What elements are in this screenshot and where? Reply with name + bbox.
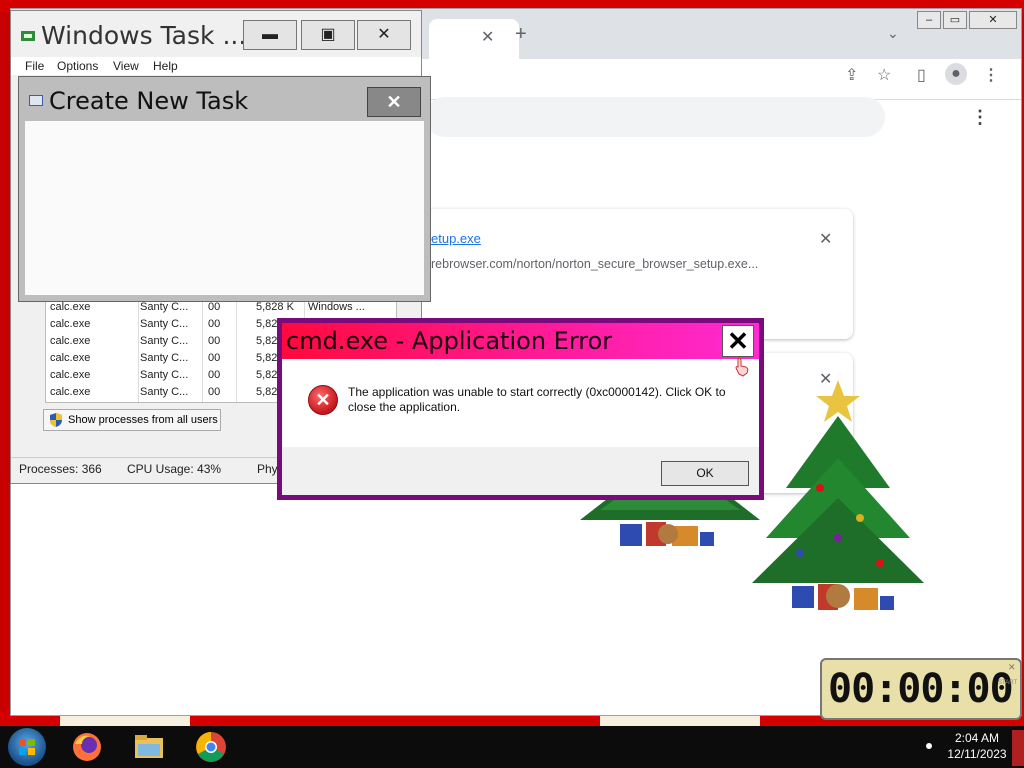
timer-close-icon[interactable]: ✕ [1008,662,1016,673]
taskbar: 2:04 AM 12/11/2023 [0,726,1024,768]
downloads-more-icon[interactable]: ⋮ [971,107,989,128]
process-name: calc.exe [50,386,91,398]
tab-search-chevron-icon[interactable]: ⌄ [887,25,899,42]
timer-start-button[interactable]: START [998,680,1017,686]
process-user: Santy C... [140,335,189,347]
process-user: Santy C... [140,386,189,398]
process-user: Santy C... [140,318,189,330]
error-dialog-close-button[interactable]: ✕ [722,325,754,357]
download-url: rebrowser.com/norton/norton_secure_brows… [431,257,759,271]
bookmark-star-icon[interactable]: ☆ [877,65,891,85]
process-cpu: 00 [208,369,221,381]
file-explorer-icon[interactable] [132,730,166,764]
clock-time: 2:04 AM [954,731,1000,745]
application-error-dialog: cmd.exe - Application Error ✕ ✕ The appl… [277,318,764,500]
process-cpu: 00 [208,386,221,398]
menu-view[interactable]: View [113,59,139,73]
start-button[interactable] [8,728,46,766]
uac-shield-icon [50,413,62,427]
show-all-processes-label: Show processes from all users [68,414,218,426]
process-memory: 5,82 [256,369,278,381]
process-memory: 5,82 [256,386,278,398]
menu-file[interactable]: File [25,59,44,73]
clock-date: 12/11/2023 [947,747,1007,761]
download-file-link[interactable]: etup.exe [431,231,481,246]
countdown-timer-widget: 00:00:00 START ✕ [820,658,1022,720]
download-remove-icon[interactable]: ✕ [819,229,832,249]
status-physical-memory: Phy [257,462,278,476]
process-user: Santy C... [140,352,189,364]
error-dialog-title: cmd.exe - Application Error [286,327,613,355]
task-manager-title: Windows Task ... [41,21,247,50]
new-tab-icon[interactable]: + [515,23,527,46]
create-new-task-dialog: Create New Task ✕ [18,76,431,302]
chrome-maximize-button[interactable]: ▭ [943,11,967,29]
create-new-task-title: Create New Task [49,87,249,115]
chrome-icon[interactable] [194,730,228,764]
process-memory: 5,828 K [256,301,294,313]
process-description: Windows ... [308,301,365,313]
windows-logo-icon [19,739,35,755]
side-panel-icon[interactable]: ▯ [917,65,926,85]
menu-help[interactable]: Help [153,59,178,73]
process-cpu: 00 [208,352,221,364]
downloads-search-bar[interactable] [425,97,885,137]
process-name: calc.exe [50,335,91,347]
tab-close-icon[interactable]: ✕ [481,27,494,47]
process-memory: 5,82 [256,318,278,330]
error-icon: ✕ [308,385,338,415]
process-memory: 5,82 [256,352,278,364]
process-memory: 5,82 [256,335,278,347]
error-dialog-footer: OK [282,447,759,495]
task-manager-menubar: File Options View Help [11,57,421,75]
chrome-tab[interactable]: ✕ [429,19,519,59]
process-cpu: 00 [208,301,221,313]
task-manager-minimize-button[interactable]: ▬ [243,20,297,50]
process-name: calc.exe [50,301,91,313]
firefox-icon[interactable] [70,730,104,764]
process-name: calc.exe [50,352,91,364]
timer-digits: 00:00:00 [828,666,1014,712]
process-user: Santy C... [140,369,189,381]
process-cpu: 00 [208,318,221,330]
create-task-close-button[interactable]: ✕ [367,87,421,117]
share-icon[interactable]: ⇪ [845,65,858,85]
create-task-body [25,121,424,295]
system-clock[interactable]: 2:04 AM 12/11/2023 [942,730,1012,762]
create-task-window-icon [29,95,43,106]
process-cpu: 00 [208,335,221,347]
status-cpu-usage: CPU Usage: 43% [127,462,222,476]
menu-options[interactable]: Options [57,59,98,73]
error-message: The application was unable to start corr… [348,385,726,414]
profile-avatar-icon[interactable]: ● [945,63,967,85]
chrome-minimize-button[interactable]: – [917,11,941,29]
notification-dot [926,743,932,749]
task-manager-icon [21,31,35,41]
status-processes: Processes: 366 [19,462,102,476]
mouse-cursor-hand-icon [735,357,749,377]
process-name: calc.exe [50,318,91,330]
chrome-close-button[interactable]: ✕ [969,11,1017,29]
chrome-menu-icon[interactable]: ⋮ [983,65,999,85]
error-dialog-titlebar: cmd.exe - Application Error ✕ [282,323,759,359]
ok-button[interactable]: OK [661,461,749,486]
task-manager-close-button[interactable]: ✕ [357,20,411,50]
process-user: Santy C... [140,301,189,313]
show-desktop-button[interactable] [1012,730,1024,766]
show-all-processes-button[interactable]: Show processes from all users [43,409,221,431]
process-name: calc.exe [50,369,91,381]
task-manager-maximize-button[interactable]: ▣ [301,20,355,50]
